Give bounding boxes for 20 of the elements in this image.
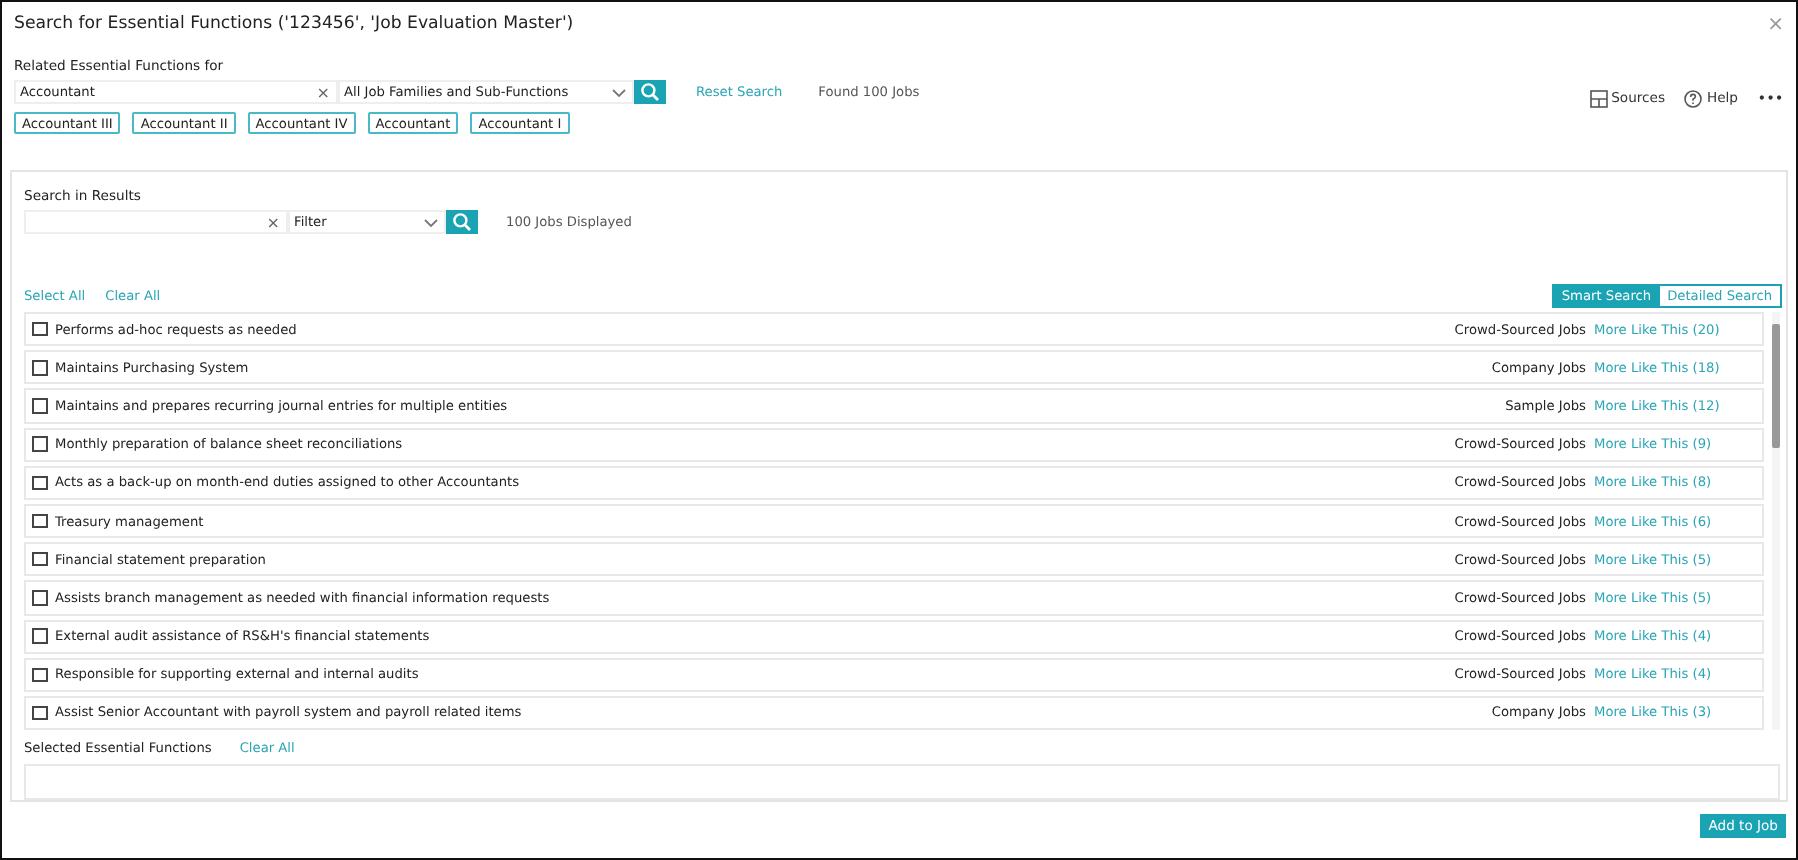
help-icon [1684, 89, 1703, 107]
checkbox[interactable] [32, 436, 47, 452]
dialog-title: Search for Essential Functions ('123456', 'Job Evaluation Master') [14, 14, 574, 34]
scrollbar[interactable] [1772, 312, 1780, 730]
chevron-down-icon [612, 87, 626, 97]
results-search-field[interactable]: × [24, 210, 288, 234]
checkbox[interactable] [32, 475, 47, 491]
chevron-down-icon [424, 217, 438, 227]
checkbox[interactable] [32, 513, 47, 529]
checkbox[interactable] [32, 551, 47, 567]
checkbox[interactable] [32, 667, 47, 683]
checkbox[interactable] [32, 705, 47, 721]
checkbox[interactable] [32, 360, 47, 376]
grid-icon [1589, 89, 1608, 107]
checkbox[interactable] [32, 628, 47, 644]
search-button[interactable] [446, 210, 478, 234]
search-button[interactable] [634, 80, 666, 104]
checkbox[interactable] [32, 398, 47, 414]
checkbox[interactable] [32, 590, 47, 606]
checkbox[interactable] [32, 321, 47, 337]
